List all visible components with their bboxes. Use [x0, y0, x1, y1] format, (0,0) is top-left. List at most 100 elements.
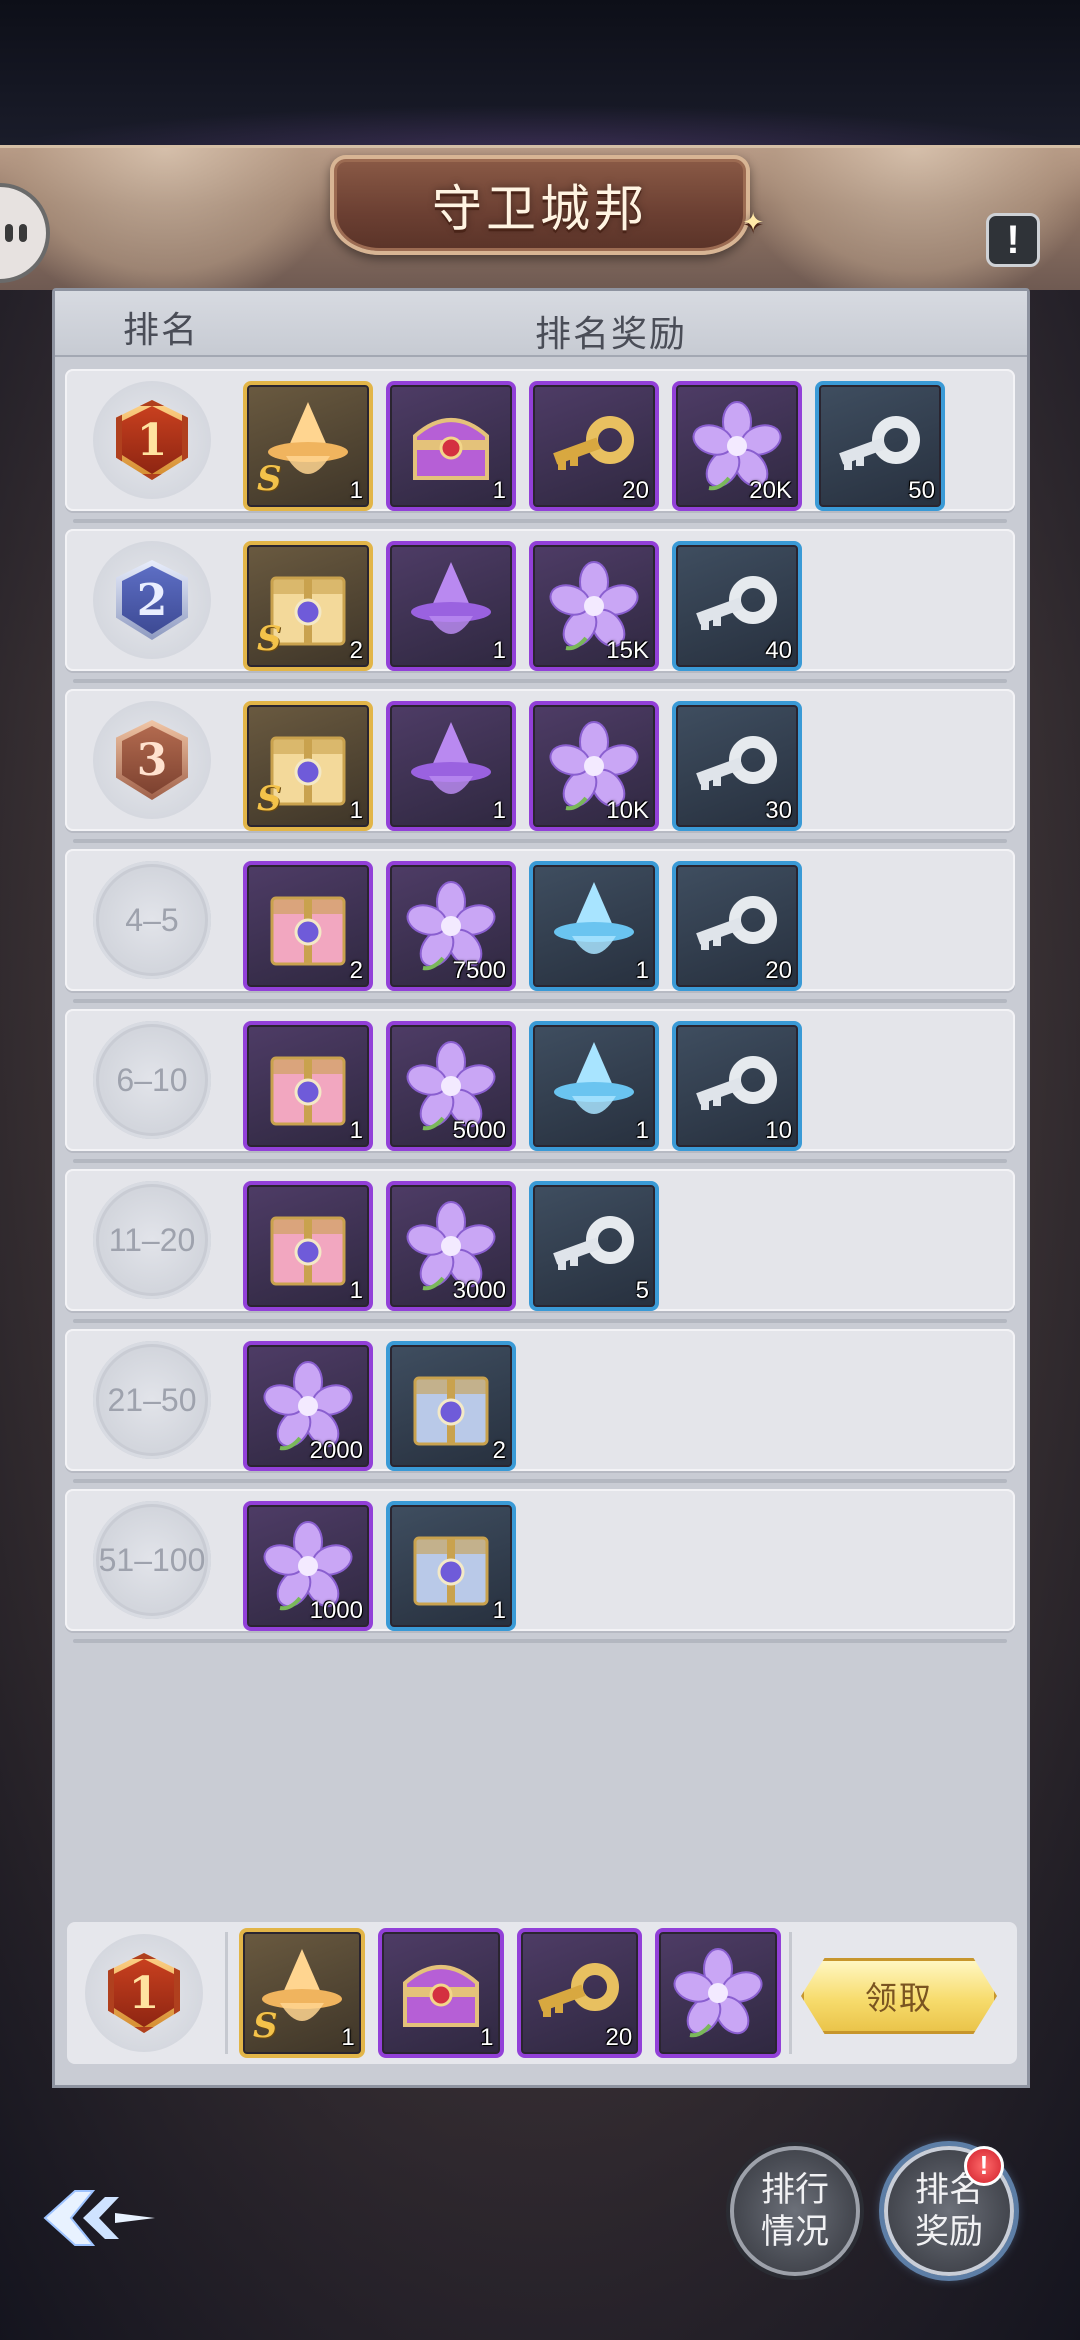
reward-items: 2000 2 — [243, 1341, 516, 1471]
reward-item[interactable]: 1 — [386, 701, 516, 831]
reward-items: 1 3000 5 — [243, 1181, 659, 1311]
col-reward-header: 排名奖励 — [535, 313, 688, 354]
item-quantity: 7500 — [452, 957, 506, 984]
reward-item[interactable]: 5000 — [386, 1021, 516, 1151]
rank-number: 1 — [136, 414, 168, 466]
reward-item[interactable]: 1 — [243, 1181, 373, 1311]
reward-items: 1 5000 1 10 — [243, 1021, 802, 1151]
reward-items: S 1 1 20 20K 50 — [243, 381, 945, 511]
reward-items: 1000 1 — [243, 1501, 516, 1631]
item-quantity: 1 — [492, 1597, 506, 1624]
reward-item[interactable]: S2 — [243, 541, 373, 671]
reward-item[interactable]: 20 — [516, 1928, 643, 2058]
rank-medal: 2 — [93, 541, 211, 659]
back-button[interactable] — [30, 2178, 170, 2258]
page-title-plate: 守卫城邦 ✦ — [330, 155, 764, 255]
item-quantity: 20K — [749, 477, 792, 504]
reward-item[interactable]: 2000 — [243, 1341, 373, 1471]
top-dark-area — [0, 0, 1080, 145]
reward-item[interactable]: 1 — [243, 1021, 373, 1151]
reward-item[interactable]: 10K — [529, 701, 659, 831]
item-quantity: 20 — [765, 957, 792, 984]
rank-medal: 51–100 — [93, 1501, 211, 1619]
col-rank-header: 排名 — [123, 309, 200, 350]
reward-item[interactable]: 1 — [529, 861, 659, 991]
s-rank-mark: S — [257, 619, 282, 659]
my-rank-medal: 1 — [85, 1934, 203, 2052]
item-quantity: 15K — [606, 637, 649, 664]
page-title: 守卫城邦 — [432, 181, 648, 237]
item-quantity: 1 — [492, 477, 506, 504]
reward-item[interactable]: 2 — [386, 1341, 516, 1471]
reward-item[interactable]: S1 — [243, 701, 373, 831]
reward-item[interactable]: 2 — [243, 861, 373, 991]
item-quantity: 1 — [635, 1117, 649, 1144]
reward-item[interactable]: 20 — [529, 381, 659, 511]
reward-item[interactable]: 10 — [672, 1021, 802, 1151]
reward-item[interactable]: 1 — [386, 381, 516, 511]
ranking-status-label: 排行 情况 — [761, 2171, 829, 2251]
my-reward-items: S 1 1 20 — [239, 1928, 781, 2058]
rank-medal: 6–10 — [93, 1021, 211, 1139]
item-quantity: 1 — [349, 477, 363, 504]
item-quantity: 1 — [349, 1117, 363, 1144]
reward-row: 11–20 1 3000 5 — [65, 1169, 1015, 1323]
rank-number: 2 — [136, 574, 168, 626]
item-quantity: 2 — [349, 957, 363, 984]
rank-medal: 11–20 — [93, 1181, 211, 1299]
reward-item[interactable] — [655, 1928, 781, 2058]
item-quantity: 1 — [480, 2024, 494, 2051]
item-quantity: 1 — [492, 797, 506, 824]
item-quantity: 1 — [349, 797, 363, 824]
ranking-reward-button[interactable]: 排名 奖励 ! — [884, 2146, 1014, 2276]
reward-list[interactable]: 1 S 1 1 20 20K 50 2 S 2 1 15K 40 3 S 1 1 10K 30 4–5 2 7500 1 20… — [65, 369, 1015, 1649]
reward-item[interactable]: 3000 — [386, 1181, 516, 1311]
rank-number: 3 — [136, 734, 168, 786]
reward-row: 6–10 1 5000 1 10 — [65, 1009, 1015, 1163]
reward-item[interactable]: 5 — [529, 1181, 659, 1311]
reward-item[interactable]: 20 — [672, 861, 802, 991]
item-quantity: 3000 — [452, 1277, 506, 1304]
item-quantity: 20 — [605, 2024, 633, 2051]
reward-item[interactable]: 30 — [672, 701, 802, 831]
reward-item[interactable]: 50 — [815, 381, 945, 511]
info-button[interactable]: ! — [986, 213, 1040, 267]
ranking-status-button[interactable]: 排行 情况 — [730, 2146, 860, 2276]
rank-medal: 4–5 — [93, 861, 211, 979]
reward-item[interactable]: 40 — [672, 541, 802, 671]
reward-panel: 排名 排名奖励 1 S 1 1 20 20K 50 2 S 2 1 15K 40 3 S 1 1 10K 30 4–5… — [52, 288, 1030, 2088]
rank-label: 4–5 — [125, 901, 179, 938]
item-quantity: 40 — [765, 637, 792, 664]
reward-row: 3 S 1 1 10K 30 — [65, 689, 1015, 843]
reward-item[interactable]: S1 — [239, 1928, 365, 2058]
rank-label: 6–10 — [116, 1061, 188, 1098]
reward-row: 4–5 2 7500 1 20 — [65, 849, 1015, 1003]
item-quantity: 2000 — [309, 1437, 363, 1464]
s-rank-mark: S — [257, 779, 282, 819]
item-quantity: 1 — [341, 2024, 355, 2051]
item-quantity: 2 — [349, 637, 363, 664]
flower-icon — [659, 1932, 777, 2054]
reward-item[interactable]: 20K — [672, 381, 802, 511]
item-quantity: 2 — [492, 1437, 506, 1464]
reward-item[interactable]: 1000 — [243, 1501, 373, 1631]
reward-items: 2 7500 1 20 — [243, 861, 802, 991]
claim-button[interactable]: 领取 — [801, 1958, 997, 2034]
rank-label: 51–100 — [98, 1541, 206, 1578]
s-rank-mark: S — [257, 459, 282, 499]
s-rank-mark: S — [253, 2006, 278, 2046]
reward-item[interactable]: 7500 — [386, 861, 516, 991]
reward-item[interactable]: S1 — [243, 381, 373, 511]
item-quantity: 1 — [492, 637, 506, 664]
reward-item[interactable]: 1 — [386, 541, 516, 671]
reward-item[interactable]: 15K — [529, 541, 659, 671]
item-quantity: 20 — [622, 477, 649, 504]
rank-label: 21–50 — [107, 1381, 197, 1418]
reward-row: 2 S 2 1 15K 40 — [65, 529, 1015, 683]
reward-item[interactable]: 1 — [529, 1021, 659, 1151]
reward-item[interactable]: 1 — [386, 1501, 516, 1631]
reward-item[interactable]: 1 — [377, 1928, 504, 2058]
my-rank-bar: 1 S 1 1 20 领取 — [52, 1908, 1030, 2088]
reward-row: 51–100 1000 1 — [65, 1489, 1015, 1643]
item-quantity: 5000 — [452, 1117, 506, 1144]
